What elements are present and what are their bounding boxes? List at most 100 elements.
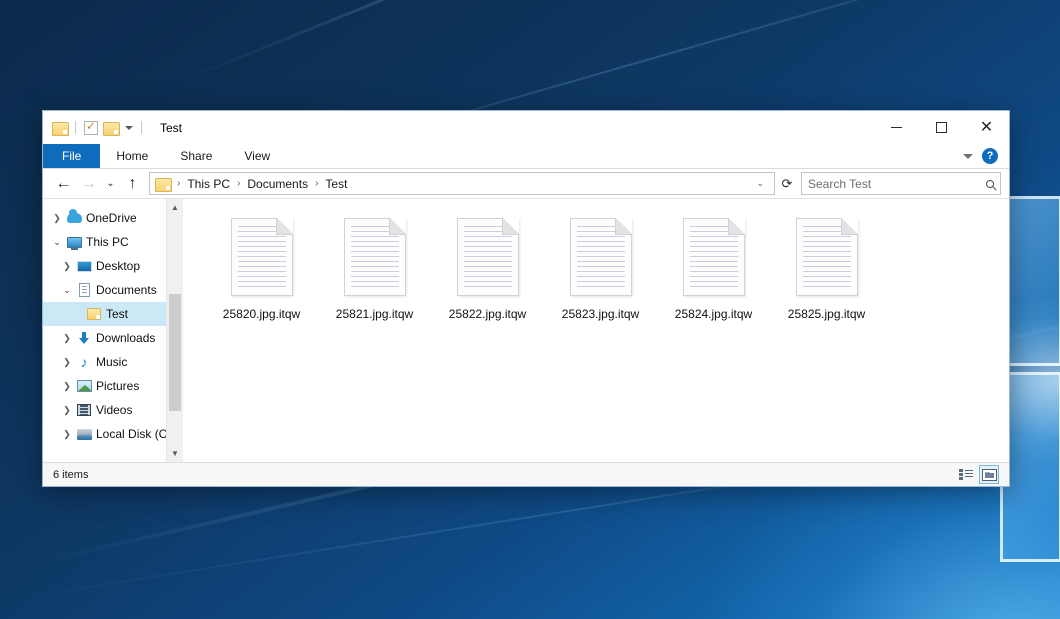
sidebar-item-label: Test	[103, 307, 128, 321]
file-icon-wrap	[341, 215, 409, 299]
tab-view[interactable]: View	[228, 144, 286, 168]
minimize-icon	[891, 127, 902, 128]
chevron-down-icon[interactable]	[125, 126, 133, 130]
back-button[interactable]: ←	[51, 171, 76, 196]
chevron-right-icon[interactable]: ❯	[59, 261, 75, 272]
up-button[interactable]: ↑	[120, 171, 145, 196]
tab-home[interactable]: Home	[100, 144, 164, 168]
sidebar-item-test[interactable]: Test	[43, 302, 183, 326]
refresh-button[interactable]: ⟳	[775, 172, 799, 195]
sidebar-item-onedrive[interactable]: ❯ OneDrive	[43, 206, 183, 230]
sidebar-item-music[interactable]: ❯ ♪ Music	[43, 350, 183, 374]
disk-icon	[75, 428, 93, 440]
file-icon-fold	[276, 218, 293, 235]
generic-file-icon	[570, 218, 632, 296]
search-box[interactable]	[801, 172, 1001, 195]
file-name: 25822.jpg.itqw	[449, 307, 526, 321]
file-icon-fold	[841, 218, 858, 235]
download-icon	[75, 331, 93, 345]
file-item[interactable]: 25821.jpg.itqw	[318, 211, 431, 333]
file-name: 25824.jpg.itqw	[675, 307, 752, 321]
ribbon-tabs: File Home Share View ?	[43, 144, 1009, 169]
navigation-pane: ❯ OneDrive ⌄ This PC ❯ Desktop ⌄ Documen…	[43, 199, 183, 462]
properties-checkbox-icon[interactable]	[84, 121, 98, 135]
sidebar-item-label: Desktop	[93, 259, 140, 273]
document-icon	[75, 283, 93, 297]
tab-share[interactable]: Share	[164, 144, 228, 168]
file-item[interactable]: 25823.jpg.itqw	[544, 211, 657, 333]
chevron-right-icon[interactable]: ❯	[59, 405, 75, 416]
pictures-icon	[75, 380, 93, 392]
maximize-icon	[936, 122, 947, 133]
chevron-right-icon[interactable]: ❯	[59, 381, 75, 392]
generic-file-icon	[344, 218, 406, 296]
view-mode-buttons	[956, 465, 999, 484]
breadcrumb-item-this-pc[interactable]: This PC	[185, 177, 232, 191]
ribbon-right-controls: ?	[963, 144, 1009, 168]
divider	[141, 121, 142, 134]
generic-file-icon	[457, 218, 519, 296]
file-explorer-window: Test ✕ File Home Share View ? ← → ⌄ ↑ › …	[42, 110, 1010, 487]
chevron-right-icon[interactable]: ❯	[59, 429, 75, 440]
window-controls: ✕	[874, 111, 1009, 144]
minimize-button[interactable]	[874, 111, 919, 144]
file-list-pane[interactable]: 25820.jpg.itqw 25821.jpg.itqw	[183, 199, 1009, 462]
breadcrumb-item-documents[interactable]: Documents	[245, 177, 310, 191]
chevron-down-icon[interactable]	[963, 154, 973, 159]
file-icon-lines	[690, 226, 738, 288]
chevron-down-icon[interactable]: ⌄	[59, 285, 75, 296]
forward-button[interactable]: →	[76, 171, 101, 196]
sidebar-scrollbar[interactable]: ▲ ▼	[166, 199, 183, 462]
chevron-down-icon[interactable]: ⌄	[751, 178, 769, 189]
help-icon[interactable]: ?	[982, 148, 998, 164]
sidebar-item-label: Documents	[93, 283, 157, 297]
sidebar-item-videos[interactable]: ❯ Videos	[43, 398, 183, 422]
scroll-up-icon[interactable]: ▲	[167, 199, 183, 216]
quick-access-toolbar: Test	[43, 121, 182, 135]
search-input[interactable]	[808, 177, 982, 191]
large-icons-view-button[interactable]	[979, 465, 999, 484]
maximize-button[interactable]	[919, 111, 964, 144]
large-icons-view-icon	[982, 469, 997, 481]
sidebar-item-label: OneDrive	[83, 211, 137, 225]
music-icon: ♪	[75, 355, 93, 369]
chevron-down-icon[interactable]: ⌄	[49, 237, 65, 248]
sidebar-item-local-disk[interactable]: ❯ Local Disk (C:)	[43, 422, 183, 446]
sidebar-item-documents[interactable]: ⌄ Documents	[43, 278, 183, 302]
chevron-right-icon[interactable]: ❯	[59, 333, 75, 344]
generic-file-icon	[683, 218, 745, 296]
status-bar: 6 items	[43, 462, 1009, 486]
videos-icon	[75, 404, 93, 416]
sidebar-item-label: Local Disk (C:)	[93, 427, 175, 441]
file-item[interactable]: 25825.jpg.itqw	[770, 211, 883, 333]
sidebar-item-desktop[interactable]: ❯ Desktop	[43, 254, 183, 278]
chevron-right-icon[interactable]: ❯	[59, 357, 75, 368]
breadcrumb[interactable]: › This PC › Documents › Test ⌄	[149, 172, 775, 195]
sidebar-item-downloads[interactable]: ❯ Downloads	[43, 326, 183, 350]
folder-icon[interactable]	[52, 121, 67, 134]
tab-file[interactable]: File	[43, 144, 100, 168]
breadcrumb-item-test[interactable]: Test	[323, 177, 349, 191]
scroll-down-icon[interactable]: ▼	[167, 445, 183, 462]
close-button[interactable]: ✕	[964, 111, 1009, 144]
recent-locations-button[interactable]: ⌄	[101, 171, 120, 196]
desktop-icon	[75, 261, 93, 272]
file-name: 25821.jpg.itqw	[336, 307, 413, 321]
file-item[interactable]: 25824.jpg.itqw	[657, 211, 770, 333]
file-name: 25825.jpg.itqw	[788, 307, 865, 321]
close-icon: ✕	[980, 120, 993, 136]
file-item[interactable]: 25822.jpg.itqw	[431, 211, 544, 333]
chevron-right-icon[interactable]: ❯	[49, 213, 65, 224]
file-icon-lines	[238, 226, 286, 288]
scrollbar-thumb[interactable]	[169, 294, 181, 411]
file-item[interactable]: 25820.jpg.itqw	[205, 211, 318, 333]
window-title: Test	[160, 121, 182, 135]
details-view-button[interactable]	[956, 465, 976, 484]
sidebar-item-this-pc[interactable]: ⌄ This PC	[43, 230, 183, 254]
sidebar-item-pictures[interactable]: ❯ Pictures	[43, 374, 183, 398]
new-folder-icon[interactable]	[103, 121, 118, 134]
details-view-icon	[959, 469, 973, 480]
search-icon[interactable]	[986, 180, 994, 188]
sidebar-item-label: Downloads	[93, 331, 155, 345]
file-icon-fold	[615, 218, 632, 235]
